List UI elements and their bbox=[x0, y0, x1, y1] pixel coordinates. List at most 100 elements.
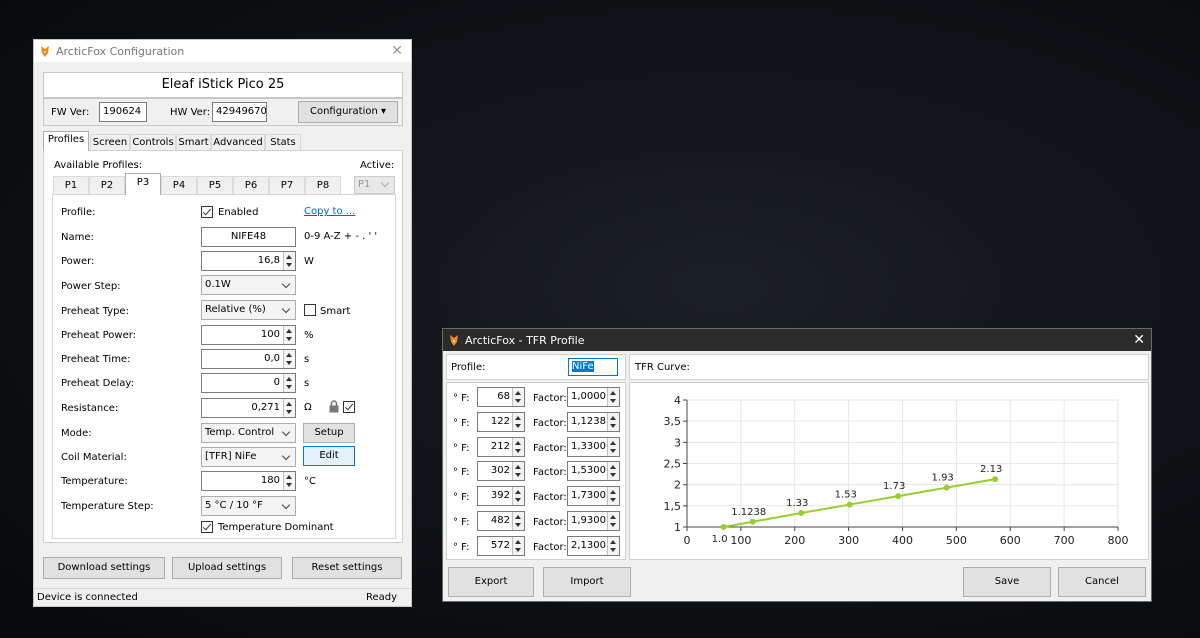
power-stepper[interactable]: 16,8 bbox=[201, 251, 296, 271]
fahrenheit-label: ° F: bbox=[453, 541, 470, 553]
tfr-factor-stepper[interactable]: 1,7300 bbox=[567, 486, 620, 507]
spin-arrows-icon[interactable] bbox=[607, 487, 619, 506]
tab-stats[interactable]: Stats bbox=[265, 134, 301, 151]
spin-arrows-icon[interactable] bbox=[283, 252, 295, 270]
profile-tab-p3[interactable]: P3 bbox=[125, 173, 161, 195]
temperature-value: 180 bbox=[260, 475, 280, 486]
spin-arrows-icon[interactable] bbox=[607, 462, 619, 481]
y-tick-label: 3,5 bbox=[664, 415, 682, 428]
preheat-delay-stepper[interactable]: 0 bbox=[201, 373, 296, 393]
tfr-curve-point bbox=[749, 518, 756, 525]
temperature-dominant-checkbox[interactable] bbox=[201, 521, 213, 533]
close-icon[interactable]: ✕ bbox=[391, 44, 403, 58]
tfr-temp-value: 302 bbox=[490, 465, 510, 477]
download-settings-button[interactable]: Download settings bbox=[43, 557, 165, 579]
tfr-temp-stepper[interactable]: 212 bbox=[477, 436, 525, 457]
tfr-curve-point bbox=[846, 501, 853, 508]
tab-smart[interactable]: Smart bbox=[176, 134, 211, 151]
tfr-temp-stepper[interactable]: 122 bbox=[477, 411, 525, 432]
spin-arrows-icon[interactable] bbox=[512, 536, 524, 555]
configuration-button[interactable]: Configuration ▾ bbox=[298, 101, 398, 123]
save-button[interactable]: Save bbox=[963, 567, 1051, 597]
tfr-factor-stepper[interactable]: 1,0000 bbox=[567, 387, 620, 407]
spin-arrows-icon[interactable] bbox=[607, 536, 619, 555]
spin-arrows-icon[interactable] bbox=[512, 388, 524, 406]
chevron-down-icon bbox=[281, 304, 291, 314]
profile-tab-p5[interactable]: P5 bbox=[197, 176, 233, 195]
profile-tab-p4[interactable]: P4 bbox=[161, 176, 197, 195]
spin-arrows-icon[interactable] bbox=[607, 512, 619, 530]
import-button[interactable]: Import bbox=[543, 567, 631, 597]
spin-arrows-icon[interactable] bbox=[283, 399, 295, 417]
resistance-stepper[interactable]: 0,271 bbox=[201, 398, 296, 418]
preheat-type-select[interactable]: Relative (%) bbox=[201, 300, 296, 320]
spin-arrows-icon[interactable] bbox=[512, 487, 524, 506]
tfr-temp-stepper[interactable]: 302 bbox=[477, 461, 525, 482]
tfr-temp-stepper[interactable]: 392 bbox=[477, 486, 525, 507]
power-step-select[interactable]: 0.1W bbox=[201, 275, 296, 295]
profile-tab-p6[interactable]: P6 bbox=[233, 176, 269, 195]
lock-icon bbox=[329, 400, 339, 413]
reset-settings-button[interactable]: Reset settings bbox=[292, 557, 402, 579]
tfr-titlebar: ArcticFox - TFR Profile ✕ bbox=[443, 329, 1151, 351]
factor-label: Factor: bbox=[533, 393, 567, 404]
tfr-point-label: 1.1238 bbox=[731, 507, 766, 518]
profile-tab-p2[interactable]: P2 bbox=[89, 176, 125, 195]
spin-arrows-icon[interactable] bbox=[283, 350, 295, 368]
temperature-step-select[interactable]: 5 °C / 10 °F bbox=[201, 496, 296, 516]
temperature-stepper[interactable]: 180 bbox=[201, 471, 296, 491]
close-icon[interactable]: ✕ bbox=[1133, 333, 1145, 347]
tfr-factor-stepper[interactable]: 1,5300 bbox=[567, 461, 620, 482]
preheat-power-stepper[interactable]: 100 bbox=[201, 325, 296, 345]
spin-arrows-icon[interactable] bbox=[512, 462, 524, 481]
spin-arrows-icon[interactable] bbox=[512, 412, 524, 431]
preheat-time-stepper[interactable]: 0,0 bbox=[201, 349, 296, 369]
cancel-button[interactable]: Cancel bbox=[1058, 567, 1146, 597]
name-input[interactable]: NIFE48 bbox=[201, 227, 296, 247]
preheat-power-unit: % bbox=[304, 330, 314, 341]
profile-tab-p7[interactable]: P7 bbox=[269, 176, 305, 195]
active-profile-select: P1 bbox=[354, 176, 395, 194]
tfr-temp-stepper[interactable]: 572 bbox=[477, 535, 525, 556]
power-value: 16,8 bbox=[257, 255, 280, 266]
fahrenheit-label: ° F: bbox=[453, 492, 470, 504]
enabled-checkbox[interactable] bbox=[201, 206, 213, 218]
tfr-factor-stepper[interactable]: 1,9300 bbox=[567, 511, 620, 531]
tfr-curve-point bbox=[895, 493, 902, 500]
export-button[interactable]: Export bbox=[448, 567, 534, 597]
tfr-profile-name-input[interactable]: NiFe bbox=[568, 358, 618, 376]
preheat-delay-unit: s bbox=[304, 378, 310, 389]
tfr-point-label: 1.0 bbox=[712, 534, 728, 545]
tab-screen[interactable]: Screen bbox=[90, 134, 130, 151]
spin-arrows-icon[interactable] bbox=[607, 437, 619, 456]
spin-arrows-icon[interactable] bbox=[607, 388, 619, 406]
tfr-factor-stepper[interactable]: 1,1238 bbox=[567, 411, 620, 432]
setup-button[interactable]: Setup bbox=[303, 423, 355, 443]
spin-arrows-icon[interactable] bbox=[512, 437, 524, 456]
preheat-power-value: 100 bbox=[260, 329, 280, 340]
mode-select[interactable]: Temp. Control bbox=[201, 423, 296, 443]
profile-tab-p1[interactable]: P1 bbox=[53, 176, 89, 195]
spin-arrows-icon[interactable] bbox=[283, 472, 295, 490]
tfr-temp-stepper[interactable]: 482 bbox=[477, 511, 525, 531]
spin-arrows-icon[interactable] bbox=[512, 512, 524, 530]
tfr-curve-line bbox=[723, 478, 996, 528]
tfr-factor-stepper[interactable]: 1,3300 bbox=[567, 436, 620, 457]
upload-settings-button[interactable]: Upload settings bbox=[172, 557, 282, 579]
smart-checkbox[interactable] bbox=[304, 304, 316, 316]
tfr-temp-value: 122 bbox=[490, 415, 510, 427]
tfr-factor-stepper[interactable]: 2,1300 bbox=[567, 535, 620, 556]
spin-arrows-icon[interactable] bbox=[283, 326, 295, 344]
copy-to-link[interactable]: Copy to ... bbox=[304, 206, 355, 217]
profile-tab-p8[interactable]: P8 bbox=[305, 176, 341, 195]
coil-material-select[interactable]: [TFR] NiFe bbox=[201, 447, 296, 467]
tab-controls[interactable]: Controls bbox=[130, 134, 176, 151]
resistance-lock-checkbox[interactable] bbox=[343, 401, 355, 413]
spin-arrows-icon[interactable] bbox=[283, 374, 295, 392]
tfr-window-title: ArcticFox - TFR Profile bbox=[465, 334, 585, 347]
edit-button[interactable]: Edit bbox=[303, 446, 355, 466]
tab-advanced[interactable]: Advanced bbox=[211, 134, 265, 151]
tab-profiles[interactable]: Profiles bbox=[43, 131, 89, 151]
tfr-temp-stepper[interactable]: 68 bbox=[477, 387, 525, 407]
spin-arrows-icon[interactable] bbox=[607, 412, 619, 431]
